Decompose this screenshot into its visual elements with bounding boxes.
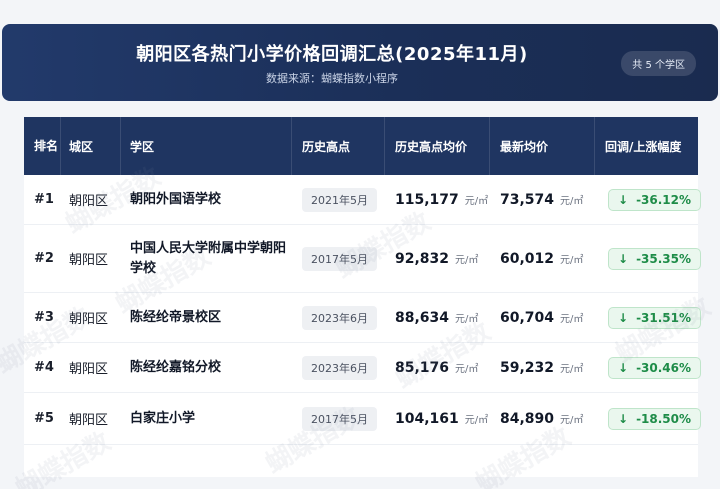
peak-price: 115,177 xyxy=(395,191,459,208)
peak-price: 88,634 xyxy=(395,309,450,326)
table-header: 排名 城区 学区 历史高点 历史高点均价 最新均价 回调/上涨幅度 xyxy=(24,117,698,175)
school-cell: 陈经纶嘉铭分校 xyxy=(130,359,222,375)
peak-date-pill: 2017年5月 xyxy=(302,406,377,431)
peak-price: 85,176 xyxy=(395,359,450,376)
price-unit: 元/㎡ xyxy=(560,196,584,207)
latest-price: 73,574 xyxy=(500,191,555,208)
col-header-peak-date: 历史高点 xyxy=(302,139,351,154)
header-banner: 朝阳区各热门小学价格回调汇总(2025年11月) 数据来源：蝴蝶指数小程序 共 … xyxy=(2,24,718,101)
table-row: #3 朝阳区 陈经纶帝景校区 2023年6月 88,634 元/㎡ 60,704 元… xyxy=(24,293,702,343)
price-unit: 元/㎡ xyxy=(464,415,489,426)
price-unit: 元/㎡ xyxy=(560,314,584,325)
peak-date-pill: 2021年5月 xyxy=(302,187,377,212)
district-cell: 朝阳区 xyxy=(69,312,109,327)
price-table: 排名 城区 学区 历史高点 历史高点均价 最新均价 回调/上涨幅度 #1 朝阳区… xyxy=(24,117,702,477)
arrow-down-icon: ↓ xyxy=(618,251,629,266)
arrow-down-icon: ↓ xyxy=(618,411,629,426)
rank-cell: #3 xyxy=(34,310,54,325)
col-header-district: 城区 xyxy=(69,139,94,154)
price-unit: 元/㎡ xyxy=(455,314,479,325)
change-badge: ↓ -18.50% xyxy=(608,407,702,430)
school-cell: 中国人民大学附属中学朝阳学校 xyxy=(130,240,287,276)
school-cell: 白家庄小学 xyxy=(130,410,196,426)
price-unit: 元/㎡ xyxy=(560,255,584,266)
arrow-down-icon: ↓ xyxy=(618,310,629,325)
price-unit: 元/㎡ xyxy=(560,364,584,375)
rank-cell: #1 xyxy=(34,192,54,207)
latest-price: 84,890 xyxy=(500,410,555,427)
district-cell: 朝阳区 xyxy=(69,253,109,268)
peak-price: 92,832 xyxy=(395,250,450,267)
col-header-school: 学区 xyxy=(130,139,155,154)
latest-price: 59,232 xyxy=(500,359,555,376)
col-header-change: 回调/上涨幅度 xyxy=(605,139,682,154)
rank-cell: #5 xyxy=(34,411,54,426)
district-cell: 朝阳区 xyxy=(69,413,109,428)
rank-cell: #4 xyxy=(34,360,54,375)
change-badge: ↓ -31.51% xyxy=(608,306,702,329)
page-title: 朝阳区各热门小学价格回调汇总(2025年11月) xyxy=(136,44,528,65)
peak-date-pill: 2023年6月 xyxy=(302,305,377,330)
change-badge: ↓ -36.12% xyxy=(608,188,702,211)
table-row: #5 朝阳区 白家庄小学 2017年5月 104,161 元/㎡ 84,890 元/… xyxy=(24,393,702,445)
price-unit: 元/㎡ xyxy=(560,415,584,426)
price-unit: 元/㎡ xyxy=(455,364,479,375)
col-header-latest-price: 最新均价 xyxy=(500,139,549,154)
arrow-down-icon: ↓ xyxy=(618,192,629,207)
arrow-down-icon: ↓ xyxy=(618,360,629,375)
price-unit: 元/㎡ xyxy=(455,255,479,266)
district-cell: 朝阳区 xyxy=(69,362,109,377)
school-cell: 朝阳外国语学校 xyxy=(130,191,222,207)
table-row: #4 朝阳区 陈经纶嘉铭分校 2023年6月 85,176 元/㎡ 59,232 元… xyxy=(24,343,702,393)
table-row: #1 朝阳区 朝阳外国语学校 2021年5月 115,177 元/㎡ 73,574… xyxy=(24,175,702,225)
rank-cell: #2 xyxy=(34,251,54,266)
col-header-rank: 排名 xyxy=(34,139,59,153)
school-cell: 陈经纶帝景校区 xyxy=(130,309,222,325)
district-cell: 朝阳区 xyxy=(69,194,109,209)
peak-price: 104,161 xyxy=(395,410,459,427)
latest-price: 60,704 xyxy=(500,309,555,326)
change-badge: ↓ -35.35% xyxy=(608,247,702,270)
data-source-subtitle: 数据来源：蝴蝶指数小程序 xyxy=(266,72,398,85)
price-unit: 元/㎡ xyxy=(464,196,489,207)
table-row: #2 朝阳区 中国人民大学附属中学朝阳学校 2017年5月 92,832 元/㎡ … xyxy=(24,225,702,293)
peak-date-pill: 2017年5月 xyxy=(302,246,377,271)
school-count-badge: 共 5 个学区 xyxy=(621,51,696,76)
latest-price: 60,012 xyxy=(500,250,555,267)
col-header-peak-price: 历史高点均价 xyxy=(395,139,468,154)
peak-date-pill: 2023年6月 xyxy=(302,355,377,380)
change-badge: ↓ -30.46% xyxy=(608,356,702,379)
